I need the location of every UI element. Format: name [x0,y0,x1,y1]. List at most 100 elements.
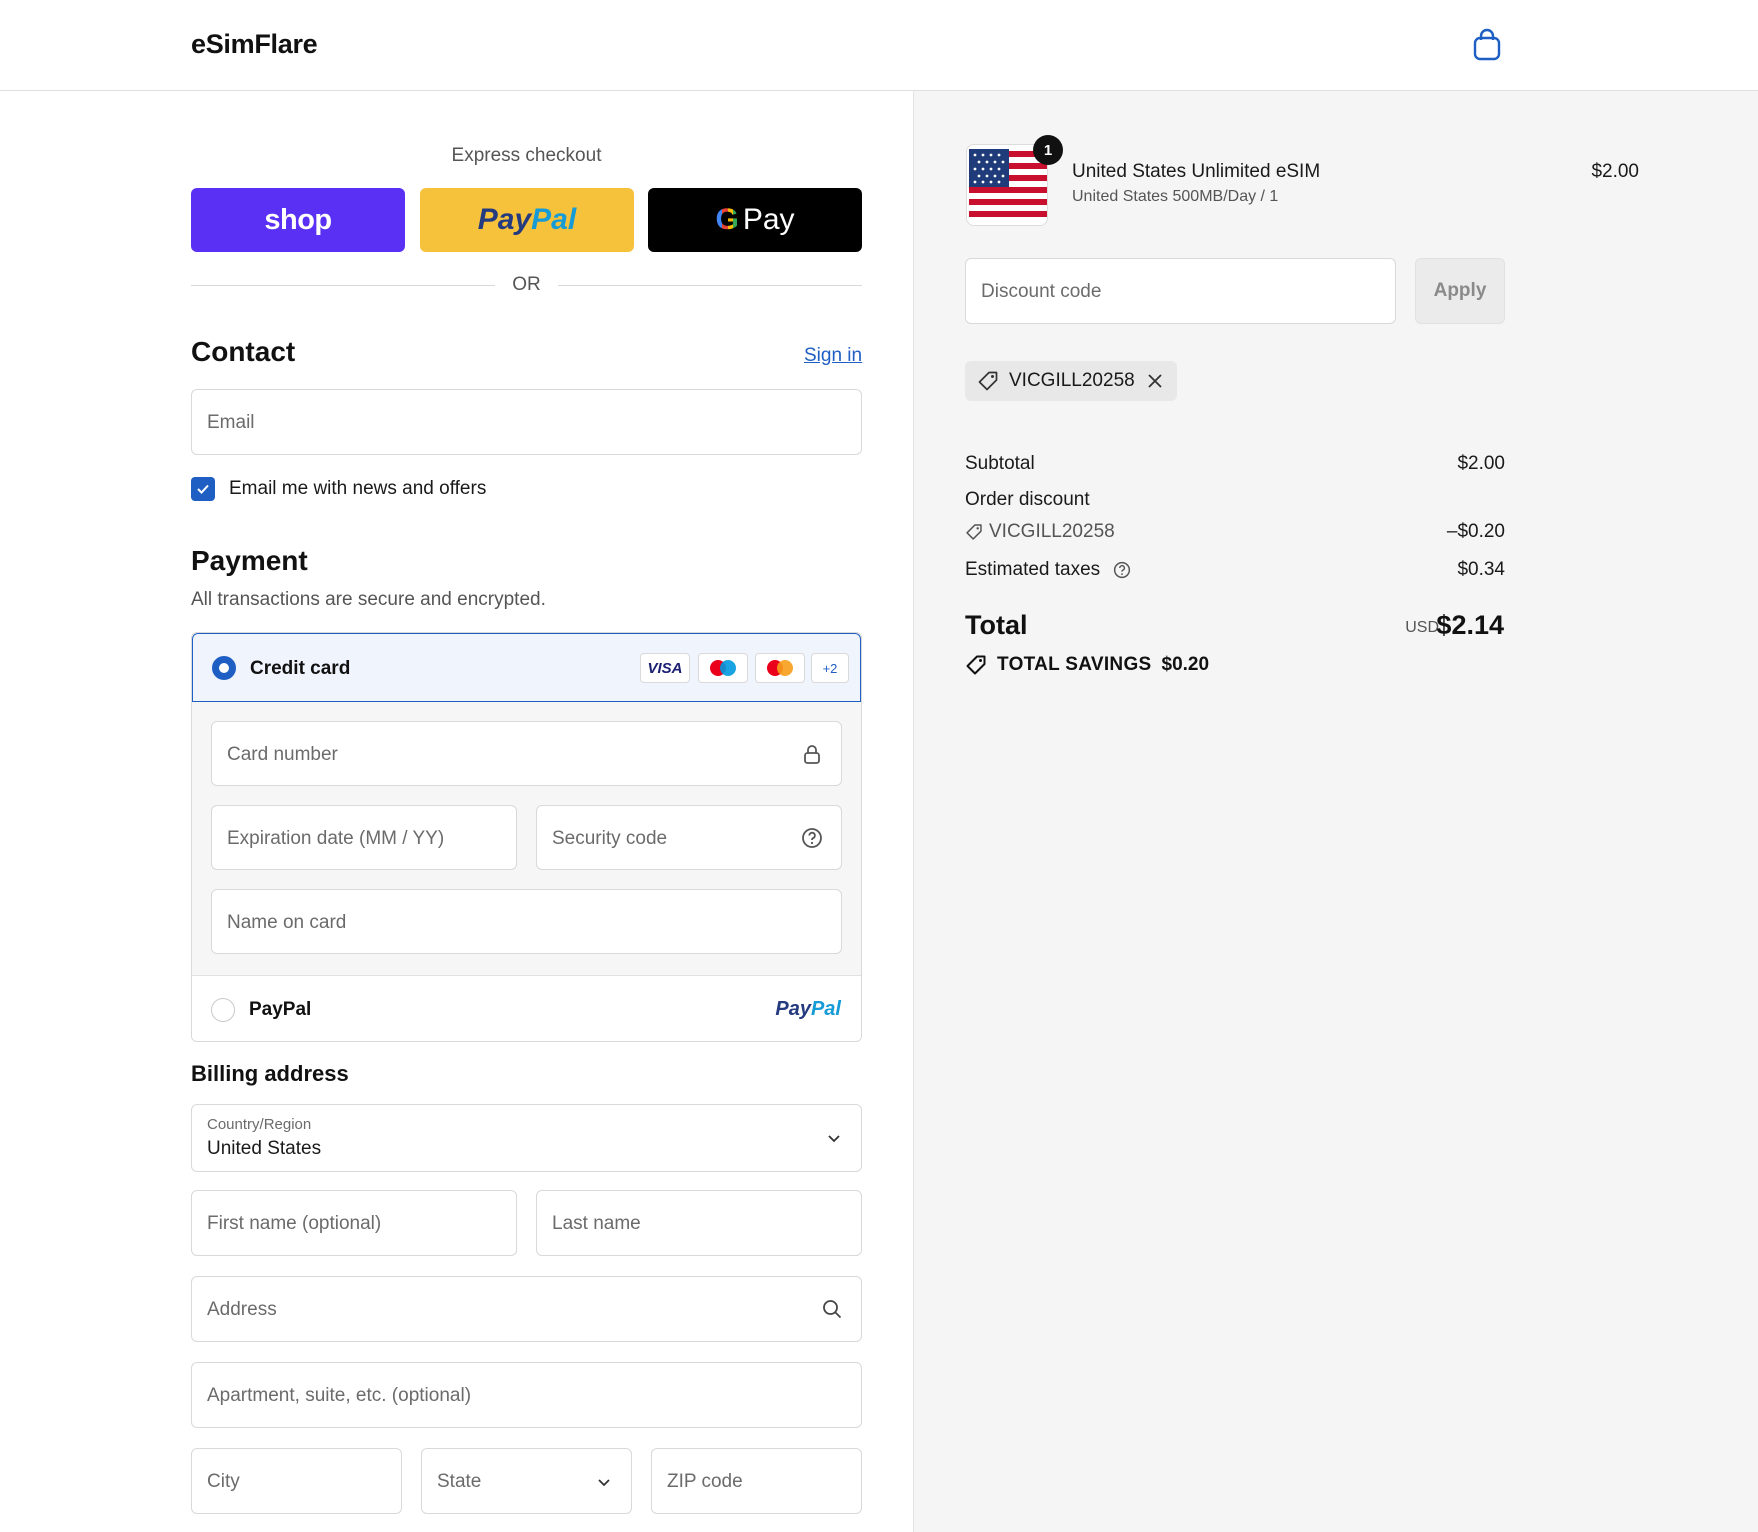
first-name-placeholder: First name (optional) [207,1213,382,1234]
first-name-field[interactable]: First name (optional) [191,1190,517,1256]
newsletter-option[interactable]: Email me with news and offers [191,476,486,502]
paypal-logo-part2: Pal [810,998,841,1020]
credit-card-radio[interactable] [212,656,236,680]
top-header: eSimFlare [0,0,1758,91]
google-pay-button[interactable]: G Pay [648,188,862,252]
paypal-logo-part1: Pay [775,998,811,1020]
card-number-placeholder: Card number [227,744,338,765]
express-checkout-label: Express checkout [451,145,602,166]
order-discount-label: Order discount [965,489,1090,510]
credit-card-label: Credit card [250,658,351,679]
more-brands-badge: +2 [811,653,849,683]
shopping-bag-icon[interactable] [1472,28,1502,62]
applied-code: VICGILL20258 [1009,370,1135,391]
product-title: United States Unlimited eSIM [1072,161,1321,182]
savings-value: $0.20 [1161,654,1210,675]
payment-methods: Credit card VISA +2 Card number Expirati… [191,632,862,1042]
quantity-badge: 1 [1033,135,1063,165]
country-select[interactable]: Country/Region United States [191,1104,862,1172]
chevron-down-icon [598,1479,610,1487]
chevron-down-icon [828,1135,840,1143]
last-name-placeholder: Last name [552,1213,641,1234]
lock-icon [804,745,820,764]
apartment-field[interactable]: Apartment, suite, etc. (optional) [191,1362,862,1428]
order-discount-row: Order discount [965,489,1505,511]
savings-label: TOTAL SAVINGS [997,654,1152,675]
email-placeholder: Email [207,412,255,433]
discount-placeholder: Discount code [981,281,1102,302]
order-discount-detail: VICGILL20258 –$0.20 [965,521,1505,543]
subtotal-label: Subtotal [965,453,1035,474]
currency-code: USD [1405,619,1439,636]
paypal-logo: PayPal [775,998,841,1021]
close-icon[interactable] [1147,373,1163,389]
country-label: Country/Region [207,1116,312,1133]
apply-discount-button[interactable]: Apply [1415,258,1505,324]
paypal-label: PayPal [249,999,312,1020]
help-circle-icon[interactable] [801,827,823,849]
sign-in-link[interactable]: Sign in [804,345,862,367]
address-placeholder: Address [207,1299,277,1320]
zip-code-field[interactable]: ZIP code [651,1448,862,1514]
country-value: United States [207,1138,322,1159]
total-label: Total [965,610,1028,640]
visa-icon: VISA [640,653,690,683]
shop-pay-button[interactable]: shop [191,188,405,252]
or-label: OR [512,274,541,295]
order-summary: 1 United States Unlimited eSIM United St… [913,91,1758,1532]
order-discount-value: –$0.20 [1446,521,1505,542]
shop-pay-label: shop [264,203,332,236]
city-placeholder: City [207,1471,240,1492]
billing-heading: Billing address [191,1061,349,1086]
discount-code-input[interactable]: Discount code [965,258,1396,324]
tag-icon [966,524,982,540]
subtotal-row: Subtotal $2.00 [965,453,1505,475]
paypal-logo-part1: Pay [477,203,532,236]
state-placeholder: State [437,1471,482,1492]
expiration-date-field[interactable]: Expiration date (MM / YY) [211,805,517,870]
product-variant: United States 500MB/Day / 1 [1072,188,1279,205]
name-on-card-field[interactable]: Name on card [211,889,842,954]
email-field[interactable]: Email [191,389,862,455]
applied-discount-chip: VICGILL20258 [965,361,1177,401]
taxes-label: Estimated taxes [965,559,1101,580]
check-icon [197,484,209,494]
mastercard-icon [755,653,805,683]
subtotal-value: $2.00 [1457,453,1505,474]
address-field[interactable]: Address [191,1276,862,1342]
order-discount-code: VICGILL20258 [989,521,1115,542]
security-code-field[interactable]: Security code [536,805,842,870]
paypal-option[interactable]: PayPal PayPal [192,975,861,1041]
or-divider: OR [191,274,862,298]
google-g-icon: G [715,203,739,236]
city-field[interactable]: City [191,1448,402,1514]
zip-code-placeholder: ZIP code [667,1471,743,1492]
last-name-field[interactable]: Last name [536,1190,862,1256]
paypal-radio[interactable] [211,998,235,1022]
savings-tag-icon [966,655,986,675]
taxes-value: $0.34 [1457,559,1505,580]
total-value: $2.14 [1436,610,1504,640]
credit-card-option[interactable]: Credit card VISA +2 [192,633,861,702]
newsletter-label: Email me with news and offers [229,478,487,499]
state-select[interactable]: State [421,1448,632,1514]
payment-heading: Payment [191,545,308,576]
newsletter-checkbox[interactable] [191,477,215,501]
contact-heading: Contact [191,336,296,367]
checkout-form: Express checkout shop Pay Pal G Pay OR Co… [0,91,913,1532]
google-pay-label: Pay [742,203,795,236]
card-number-field[interactable]: Card number [211,721,842,786]
taxes-row: Estimated taxes $0.34 [965,559,1505,581]
help-circle-icon[interactable] [1113,561,1131,579]
paypal-logo-part2: Pal [531,203,577,236]
product-price: $2.00 [1591,161,1639,182]
total-savings: TOTAL SAVINGS $0.20 [965,654,1209,676]
expiration-placeholder: Expiration date (MM / YY) [227,828,445,849]
maestro-icon [698,653,748,683]
payment-subtitle: All transactions are secure and encrypte… [191,589,546,610]
tag-icon [978,371,998,391]
paypal-express-button[interactable]: Pay Pal [420,188,634,252]
store-logo[interactable]: eSimFlare [191,29,318,60]
apartment-placeholder: Apartment, suite, etc. (optional) [207,1385,472,1406]
search-icon [823,1300,842,1319]
